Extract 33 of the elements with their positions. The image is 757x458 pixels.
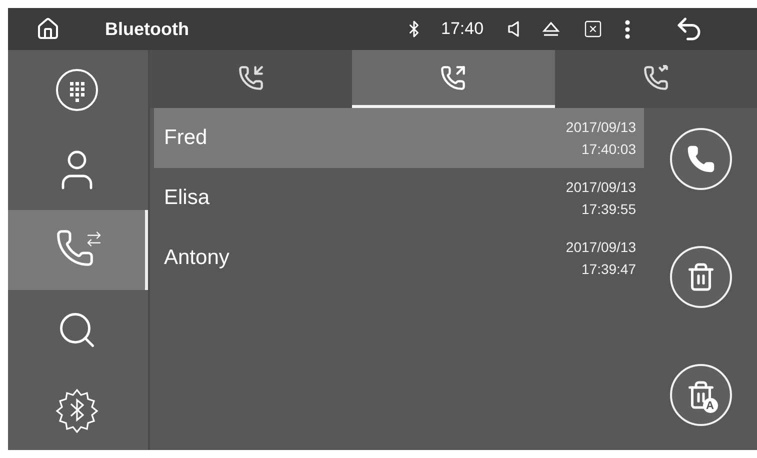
- phone-icon: [686, 144, 716, 174]
- eject-icon: [540, 20, 561, 38]
- call-time: 17:40:03: [582, 140, 636, 159]
- sidebar-item[interactable]: [8, 210, 148, 290]
- incoming-call-icon: [238, 64, 264, 90]
- clock-time: 17:40: [441, 19, 484, 39]
- call-log-row[interactable]: Elisa 2017/09/13 17:39:55: [154, 168, 644, 228]
- call-type-tab[interactable]: [352, 50, 555, 108]
- call-date: 2017/09/13: [566, 238, 636, 257]
- menu-icon: [624, 20, 630, 38]
- home-icon[interactable]: [36, 17, 60, 41]
- menu-button[interactable]: [622, 18, 632, 40]
- call-log-row[interactable]: Fred 2017/09/13 17:40:03: [154, 108, 644, 168]
- speaker-icon: [508, 21, 519, 37]
- dialpad-icon: [54, 68, 98, 112]
- call-date: 2017/09/13: [566, 178, 636, 197]
- contact-name: Fred: [164, 126, 208, 150]
- app-title: Bluetooth: [105, 18, 190, 40]
- missed-call-icon: [642, 64, 669, 90]
- call-date: 2017/09/13: [566, 118, 636, 137]
- call-log-row[interactable]: Antony 2017/09/13 17:39:47: [154, 228, 644, 288]
- bluetooth-gear-icon: [54, 387, 100, 433]
- volume-button[interactable]: [506, 19, 521, 39]
- auto-badge: A: [702, 398, 718, 413]
- trash-icon: [686, 380, 716, 410]
- contact-name: Elisa: [164, 186, 210, 210]
- x-square-icon: [582, 19, 603, 39]
- outgoing-call-icon: [440, 64, 466, 90]
- call-time: 17:39:55: [582, 200, 636, 219]
- contact-name: Antony: [164, 246, 230, 270]
- call-time: 17:39:47: [582, 260, 636, 279]
- trash-icon: [686, 262, 716, 292]
- delete-all-button[interactable]: A: [670, 364, 732, 426]
